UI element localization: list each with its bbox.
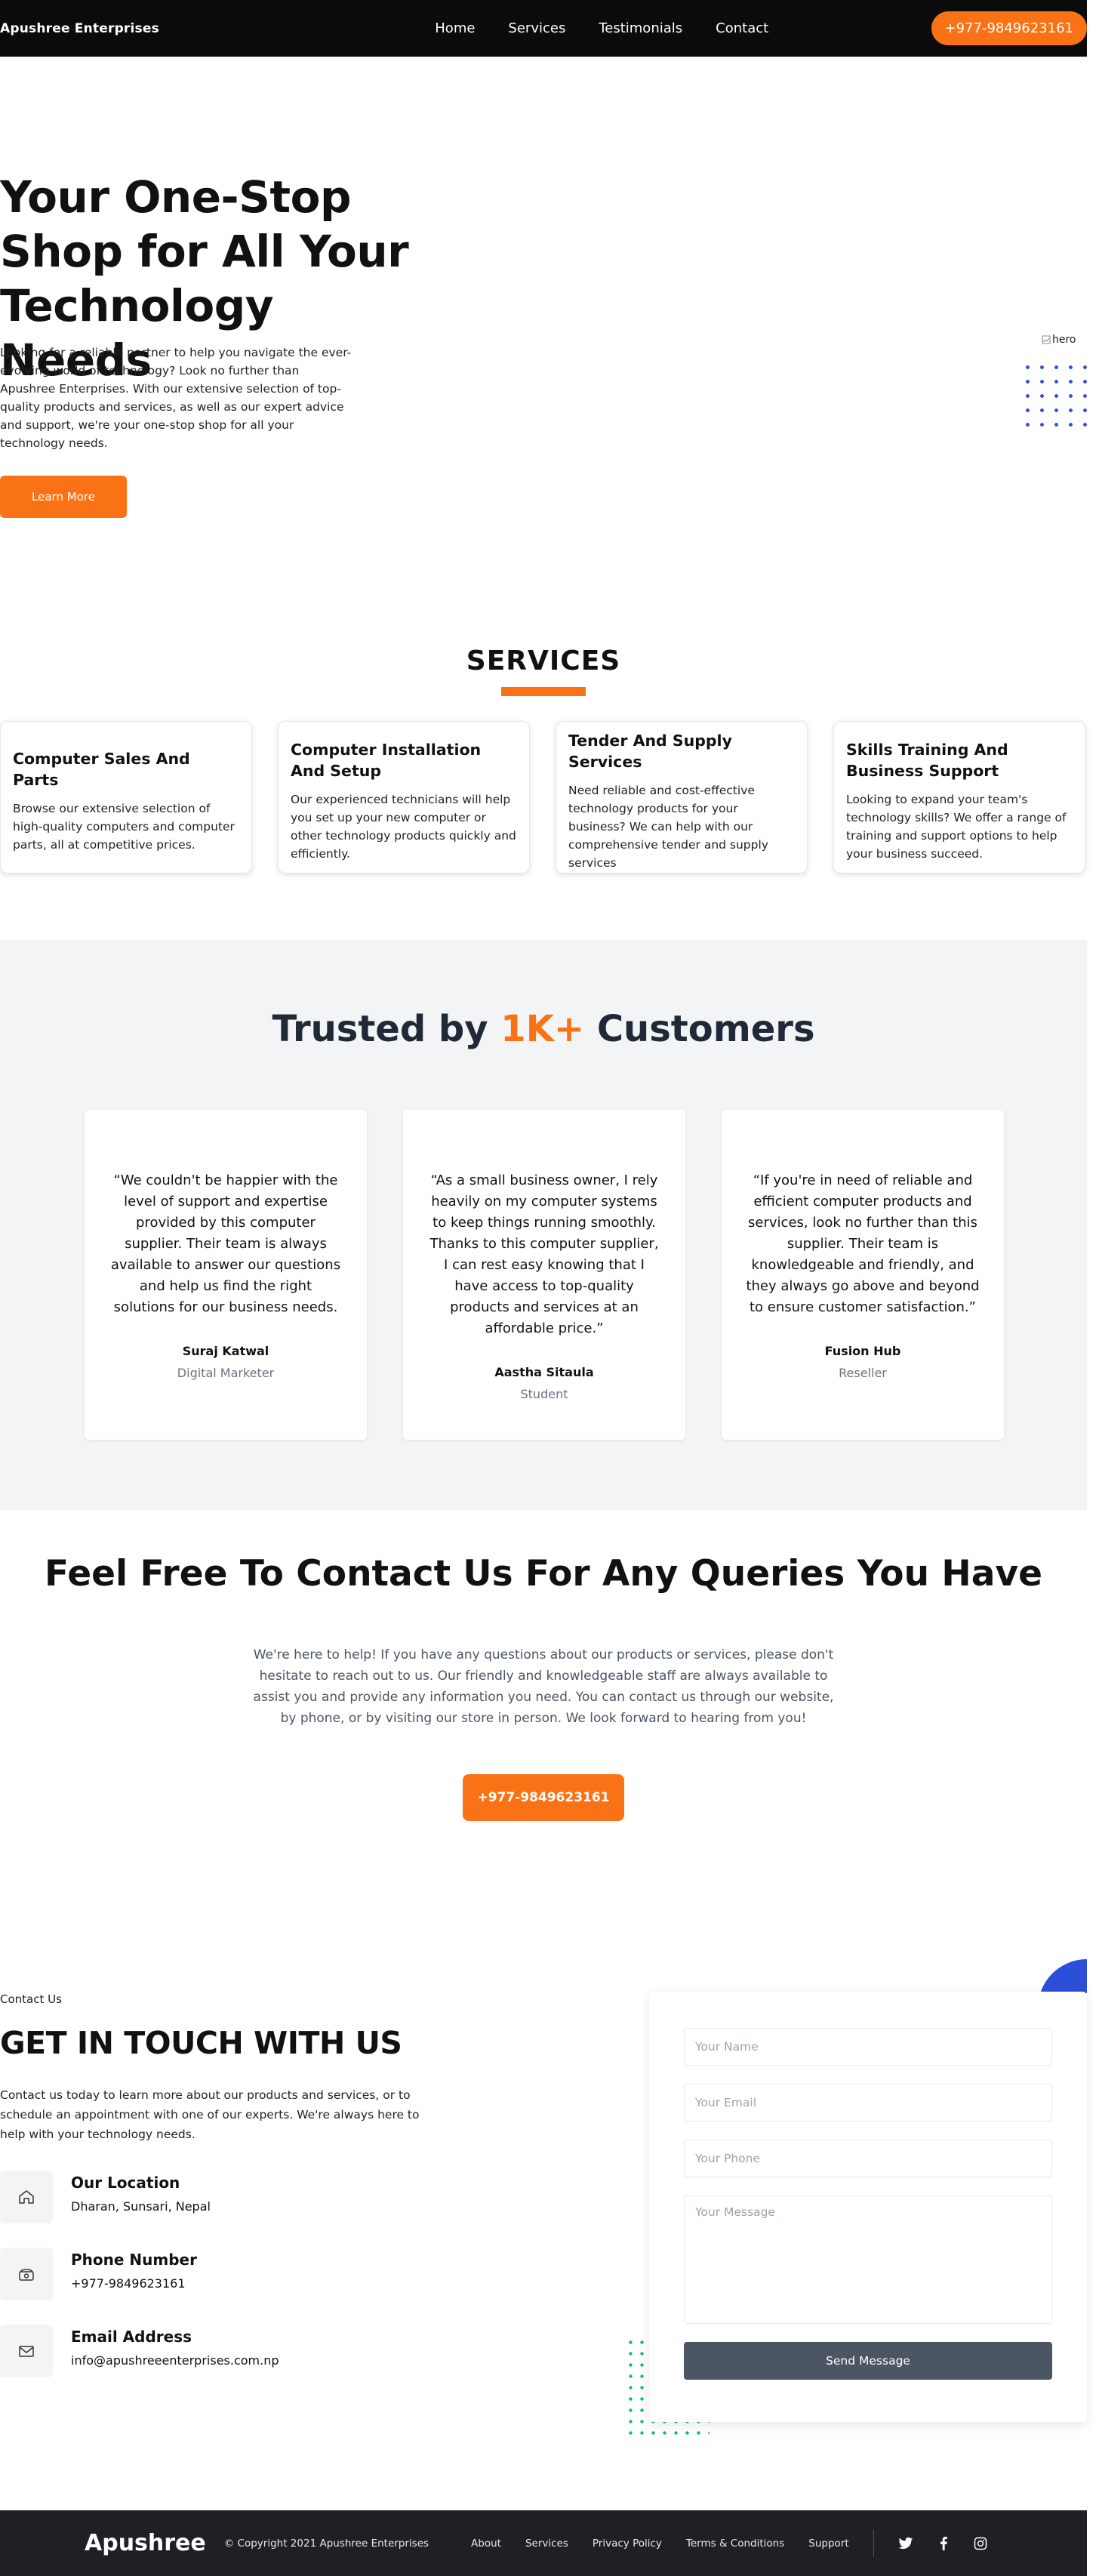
testimonials-title: Trusted by 1K+ Customers [0,1008,1087,1050]
hero-description: Looking for a reliable partner to help y… [0,346,352,450]
services-title: SERVICES [466,646,621,676]
location-value: Dharan, Sunsari, Nepal [71,2199,211,2214]
instagram-icon[interactable] [974,2537,987,2550]
contact-title: GET IN TOUCH WITH US [0,2025,402,2061]
facebook-icon[interactable] [939,2536,948,2550]
cta-title: Feel Free To Contact Us For Any Queries … [45,1553,1042,1595]
service-card-text: Browse our extensive selection of high-q… [13,802,235,852]
message-field[interactable]: Your Message [684,2195,1052,2324]
nav-services[interactable]: Services [508,20,565,36]
service-card-title: Computer Sales And Parts [13,750,190,789]
testimonial-quote: “As a small business owner, I rely heavi… [429,1172,659,1336]
nav-testimonials[interactable]: Testimonials [599,20,682,36]
testimonial-card: “As a small business owner, I rely heavi… [403,1110,685,1440]
name-field[interactable]: Your Name [684,2028,1052,2066]
twitter-icon[interactable] [898,2537,913,2550]
brand-name[interactable]: Apushree Enterprises [0,21,159,36]
header-phone-button[interactable]: +977-9849623161 [931,11,1087,45]
footer-divider [873,2529,874,2557]
testimonial-role: Digital Marketer [177,1366,275,1380]
learn-more-button[interactable]: Learn More [0,476,127,518]
services-underline [501,687,586,696]
broken-image-icon [1042,335,1051,344]
hero-image-alt: hero [1052,334,1076,346]
footer-link-services[interactable]: Services [525,2537,568,2550]
footer-copyright: © Copyright 2021 Apushree Enterprises [223,2537,429,2550]
footer-link-privacy[interactable]: Privacy Policy [593,2537,662,2550]
testimonials-title-post: Customers [596,1008,815,1050]
contact-description: Contact us today to learn more about our… [0,2088,420,2141]
main-nav: Home Services Testimonials Contact [435,20,768,36]
contact-kicker: Contact Us [0,1992,62,2006]
phone-field[interactable]: Your Phone [684,2140,1052,2177]
footer-link-terms[interactable]: Terms & Conditions [686,2537,784,2550]
decorative-dots-blue [1020,360,1096,436]
testimonial-card: “We couldn't be happier with the level o… [85,1110,367,1440]
email-value[interactable]: info@apushreeenterprises.com.np [71,2353,279,2368]
service-card-text: Need reliable and cost-effective technol… [568,784,768,870]
testimonial-role: Reseller [839,1366,887,1380]
testimonials-section: Trusted by 1K+ Customers “We couldn't be… [0,940,1087,1510]
service-card-title: Computer Installation And Setup [291,741,482,780]
location-label: Our Location [71,2174,180,2192]
service-card-title: Tender And Supply Services [568,732,732,771]
testimonial-name: Aastha Sitaula [494,1365,594,1379]
mail-icon [0,2325,53,2377]
phone-label: Phone Number [71,2251,197,2269]
info-phone: Phone Number +977-9849623161 [0,2248,197,2300]
info-location: Our Location Dharan, Sunsari, Nepal [0,2171,211,2223]
info-email: Email Address info@apushreeenterprises.c… [0,2325,279,2377]
footer-logo[interactable]: Apushree [85,2530,206,2556]
service-card-text: Our experienced technicians will help yo… [291,793,516,861]
testimonial-card: “If you're in need of reliable and effic… [722,1110,1004,1440]
testimonial-quote: “We couldn't be happier with the level o… [110,1172,341,1315]
nav-home[interactable]: Home [435,20,475,36]
nav-contact[interactable]: Contact [716,20,768,36]
testimonial-name: Suraj Katwal [182,1344,269,1358]
service-card: Computer Sales And Parts Browse our exte… [0,721,252,874]
footer-link-support[interactable]: Support [808,2537,848,2550]
footer-social [898,2536,987,2550]
services-cards: Computer Sales And Parts Browse our exte… [0,721,1087,874]
service-card-title: Skills Training And Business Support [846,741,1008,780]
service-card: Tender And Supply Services Need reliable… [556,721,808,874]
footer-link-about[interactable]: About [471,2537,501,2550]
service-card-text: Looking to expand your team's technology… [846,793,1067,861]
top-header: Apushree Enterprises Home Services Testi… [0,0,1087,57]
cta-description: We're here to help! If you have any ques… [253,1647,834,1726]
email-label: Email Address [71,2328,192,2346]
cta-phone-button[interactable]: +977-9849623161 [463,1774,624,1821]
service-card: Computer Installation And Setup Our expe… [278,721,530,874]
testimonial-cards: “We couldn't be happier with the level o… [85,1110,1004,1440]
testimonial-quote: “If you're in need of reliable and effic… [746,1172,980,1315]
hero-image: hero [1042,334,1076,346]
testimonials-title-pre: Trusted by [272,1008,488,1050]
footer-links: About Services Privacy Policy Terms & Co… [471,2537,849,2550]
email-field[interactable]: Your Email [684,2084,1052,2122]
testimonial-role: Student [520,1387,568,1401]
contact-form: Your Name Your Email Your Phone Your Mes… [649,1992,1087,2422]
testimonials-title-accent: 1K+ [500,1008,585,1050]
phone-icon [0,2248,53,2300]
service-card: Skills Training And Business Support Loo… [833,721,1085,874]
testimonial-name: Fusion Hub [824,1344,901,1358]
hero-section: Your One-Stop Shop for All Your Technolo… [0,57,1096,585]
page: Apushree Enterprises Home Services Testi… [0,0,1096,2576]
phone-value[interactable]: +977-9849623161 [71,2276,197,2291]
home-icon [0,2171,53,2223]
send-message-button[interactable]: Send Message [684,2342,1052,2380]
footer: Apushree © Copyright 2021 Apushree Enter… [0,2510,1087,2576]
